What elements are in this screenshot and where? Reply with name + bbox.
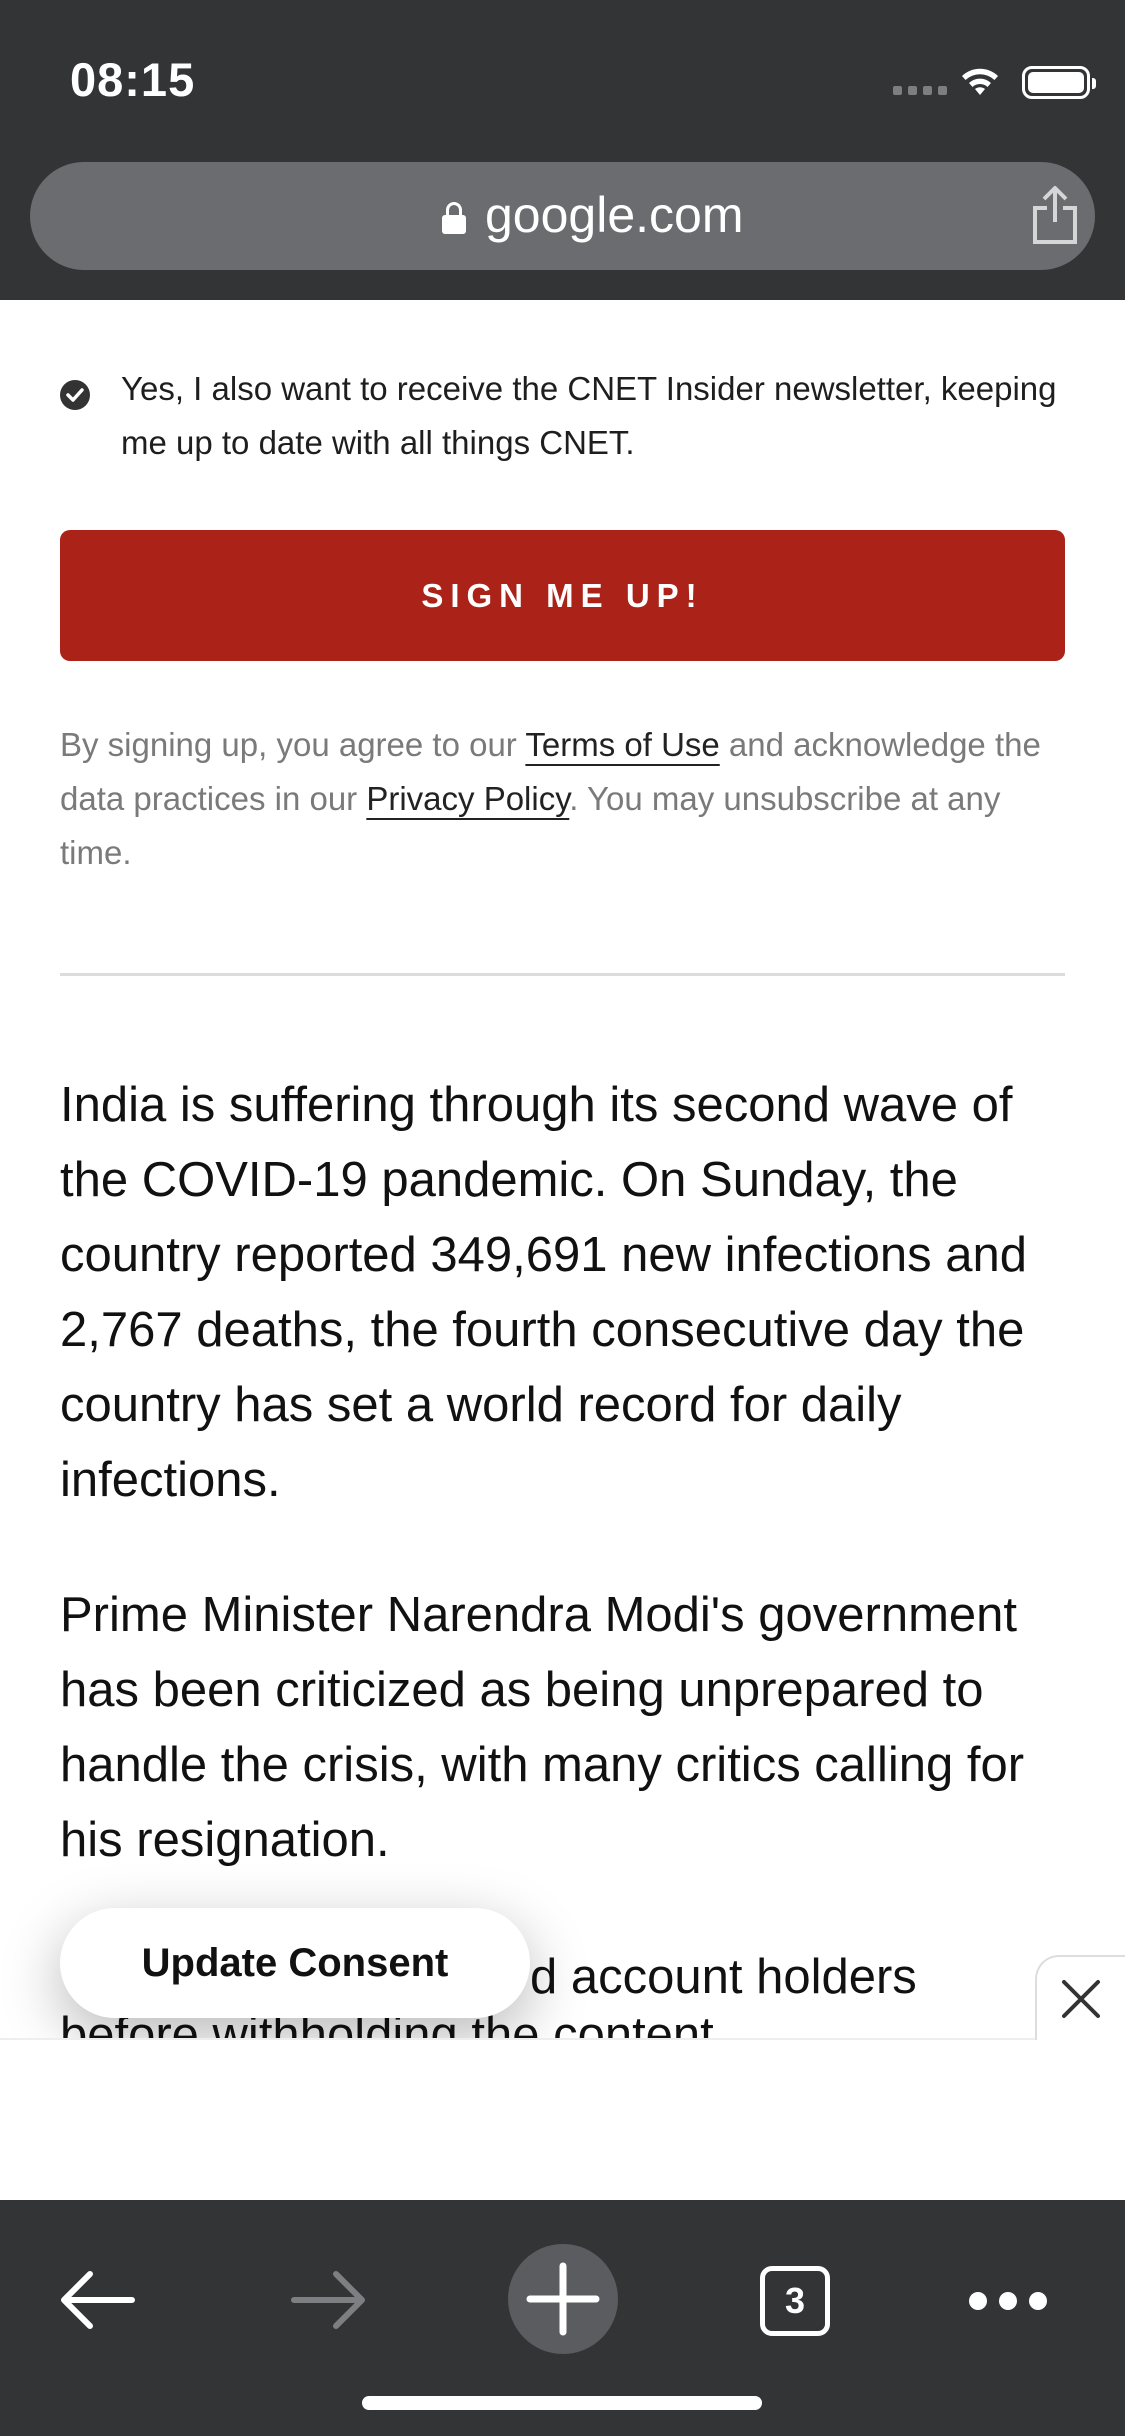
web-page-content: Yes, I also want to receive the CNET Ins… — [0, 300, 1125, 2038]
lock-icon — [442, 202, 466, 234]
ad-close-button[interactable] — [1035, 1955, 1125, 2040]
status-time: 08:15 — [70, 53, 196, 106]
article-paragraph: Prime Minister Narendra Modi's governmen… — [60, 1588, 1025, 1867]
article-paragraph: India is suffering through its second wa… — [60, 1078, 1028, 1507]
browser-top-bar: 08:15 google.com — [0, 0, 1125, 300]
ad-banner — [0, 2038, 1125, 2200]
battery-icon — [1022, 66, 1096, 99]
share-icon[interactable] — [1030, 184, 1080, 246]
section-divider — [60, 973, 1065, 976]
address-domain: google.com — [485, 187, 744, 243]
sign-me-up-button[interactable]: SIGN ME UP! — [60, 530, 1065, 661]
home-indicator — [362, 2396, 762, 2410]
privacy-policy-link[interactable]: Privacy Policy — [366, 780, 569, 817]
signup-legal-text: By signing up, you agree to our Terms of… — [60, 718, 1070, 880]
article-body: India is suffering through its second wa… — [60, 1068, 1070, 1938]
close-icon — [1062, 1979, 1100, 2018]
newsletter-checkbox-label[interactable]: Yes, I also want to receive the CNET Ins… — [121, 362, 1081, 470]
terms-of-use-link[interactable]: Terms of Use — [525, 726, 719, 763]
cellular-signal-icon — [893, 86, 947, 95]
address-bar[interactable]: google.com — [30, 162, 1095, 270]
wifi-icon — [962, 68, 998, 95]
back-arrow-icon[interactable] — [58, 2268, 138, 2332]
update-consent-button[interactable]: Update Consent — [60, 1908, 530, 2018]
tab-switcher-button[interactable]: 3 — [760, 2266, 830, 2336]
checkmark-icon — [66, 388, 84, 402]
legal-prefix: By signing up, you agree to our — [60, 726, 526, 763]
new-tab-button[interactable] — [508, 2244, 618, 2354]
checkbox-checked-icon[interactable] — [60, 380, 90, 410]
forward-arrow-icon[interactable] — [288, 2268, 368, 2332]
more-options-icon[interactable] — [966, 2288, 1050, 2314]
plus-icon — [526, 2262, 600, 2336]
